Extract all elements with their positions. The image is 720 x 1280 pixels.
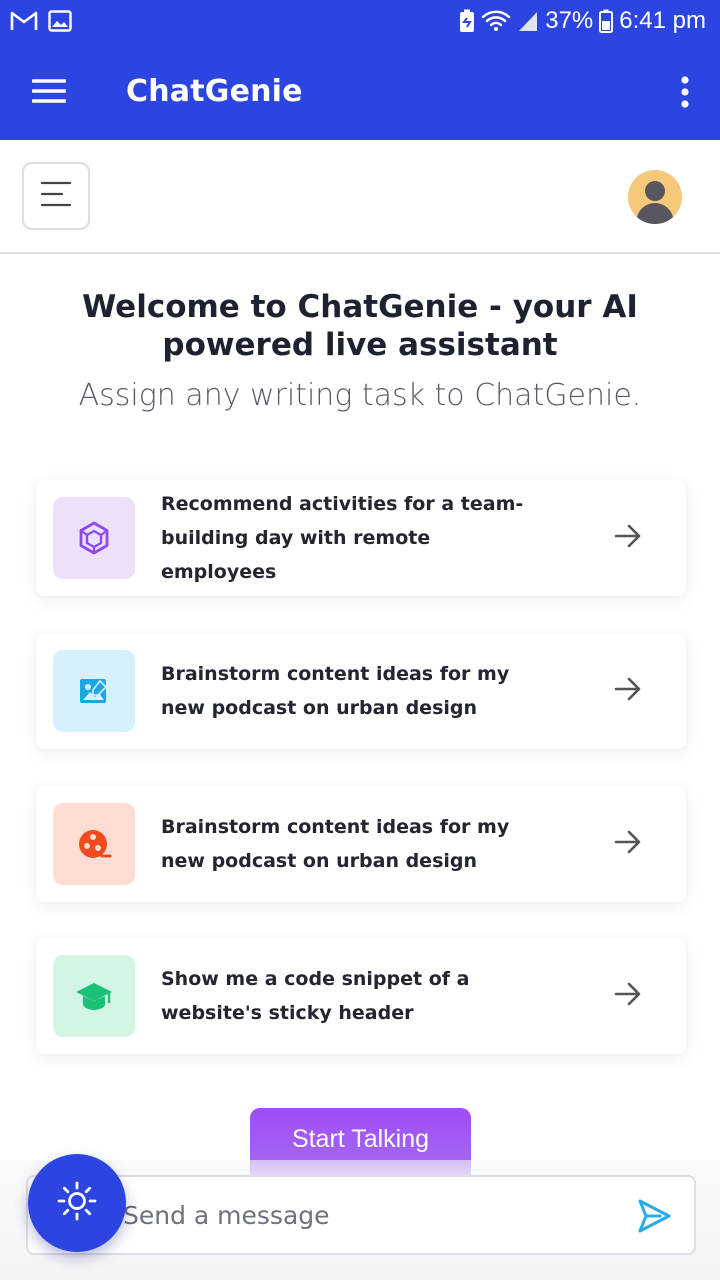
status-bar: 37% 6:41 pm xyxy=(0,0,720,42)
welcome-subtitle: Assign any writing task to ChatGenie. xyxy=(78,378,642,413)
hamburger-icon[interactable] xyxy=(32,78,66,104)
prompt-card[interactable]: Recommend activities for a team-building… xyxy=(36,480,686,596)
send-icon[interactable] xyxy=(636,1197,672,1239)
message-box xyxy=(26,1175,696,1255)
graduation-cap-icon xyxy=(53,955,135,1037)
gmail-icon xyxy=(10,10,38,32)
prompt-text: Brainstorm content ideas for my new podc… xyxy=(161,663,510,719)
battery-saver-icon xyxy=(459,9,475,33)
arrow-right-icon xyxy=(614,524,642,552)
app-title: ChatGenie xyxy=(126,73,303,109)
prompt-card[interactable]: Brainstorm content ideas for my new podc… xyxy=(36,786,686,902)
more-vert-icon[interactable] xyxy=(680,76,690,112)
app-bar: ChatGenie xyxy=(0,42,720,140)
prompt-text: Brainstorm content ideas for my new podc… xyxy=(161,816,510,872)
arrow-right-icon xyxy=(614,830,642,858)
arrow-right-icon xyxy=(614,982,642,1010)
prompt-text: Recommend activities for a team-building… xyxy=(161,493,524,583)
cube-icon xyxy=(53,497,135,579)
menu-lines-icon xyxy=(40,181,72,211)
prompt-card[interactable]: Show me a code snippet of a website's st… xyxy=(36,938,686,1054)
arrow-right-icon xyxy=(614,677,642,705)
image-edit-icon xyxy=(53,650,135,732)
wifi-icon xyxy=(481,9,511,33)
gallery-icon xyxy=(48,10,72,32)
sidebar-toggle-button[interactable] xyxy=(22,162,90,230)
prompt-card[interactable]: Brainstorm content ideas for my new podc… xyxy=(36,633,686,749)
welcome-title: Welcome to ChatGenie - your AI powered l… xyxy=(82,289,638,363)
prompt-text: Show me a code snippet of a website's st… xyxy=(161,968,470,1024)
battery-percent: 37% xyxy=(545,7,594,34)
message-input[interactable] xyxy=(123,1200,623,1230)
film-reel-icon xyxy=(53,803,135,885)
sun-icon xyxy=(57,1181,97,1225)
page-header xyxy=(0,140,720,254)
theme-toggle-button[interactable] xyxy=(28,1154,126,1252)
signal-icon xyxy=(517,9,539,33)
battery-icon xyxy=(599,9,614,33)
user-avatar-icon[interactable] xyxy=(628,170,682,224)
status-time: 6:41 pm xyxy=(619,7,706,34)
